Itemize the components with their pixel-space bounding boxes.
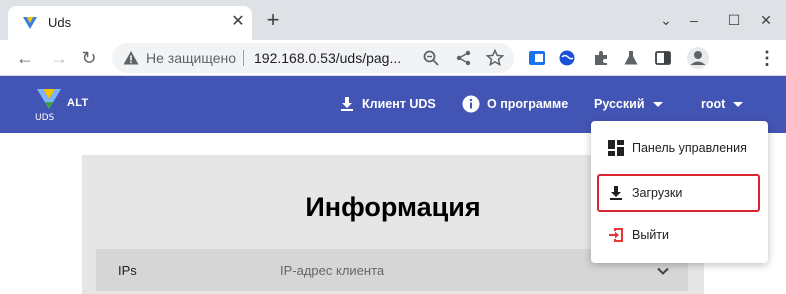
forward-icon[interactable]: → — [48, 47, 70, 69]
user-menu: Панель управления Загрузки Выйти — [591, 121, 768, 263]
language-dropdown[interactable]: Русский — [594, 94, 663, 114]
reload-icon[interactable]: ↻ — [78, 47, 100, 69]
menu-item-dashboard[interactable]: Панель управления — [597, 129, 760, 167]
address-divider — [243, 50, 244, 66]
labs-flask-icon[interactable] — [622, 49, 640, 67]
side-panel-icon[interactable] — [654, 49, 672, 67]
logout-icon — [609, 228, 623, 242]
share-icon[interactable] — [455, 49, 473, 67]
extension-translate-icon[interactable] — [528, 49, 546, 67]
info-row-description: IP-адрес клиента — [280, 263, 385, 278]
uds-favicon-icon — [23, 17, 37, 29]
info-icon — [462, 95, 480, 113]
menu-item-logout[interactable]: Выйти — [597, 216, 760, 254]
maximize-icon[interactable]: ☐ — [724, 10, 744, 30]
browser-menu-icon[interactable]: ⋮ — [756, 47, 778, 69]
minimize-icon[interactable]: – — [684, 10, 704, 30]
close-window-icon[interactable]: ✕ — [756, 10, 776, 30]
client-uds-link[interactable]: Клиент UDS — [339, 94, 436, 114]
profile-avatar-icon[interactable] — [686, 46, 710, 70]
menu-item-downloads[interactable]: Загрузки — [597, 174, 760, 212]
info-row-label: IPs — [118, 263, 137, 278]
language-caret-icon — [652, 101, 663, 107]
back-icon[interactable]: ← — [14, 47, 36, 69]
security-status[interactable]: Не защищено — [146, 50, 236, 66]
about-link[interactable]: О программе — [462, 94, 568, 114]
tab-title: Uds — [48, 15, 72, 30]
extensions-puzzle-icon[interactable] — [592, 49, 610, 67]
language-label: Русский — [594, 97, 645, 111]
download-icon — [610, 186, 622, 200]
address-bar[interactable]: Не защищено 192.168.0.53/uds/pag... — [112, 43, 514, 73]
about-label: О программе — [487, 97, 569, 111]
tab-search-icon[interactable]: ⌄ — [656, 10, 676, 30]
dashboard-icon — [608, 140, 624, 156]
user-label: root — [701, 97, 726, 111]
client-uds-label: Клиент UDS — [362, 97, 436, 111]
browser-tabstrip: Uds ✕ + ⌄ – ☐ ✕ — [0, 0, 786, 40]
svg-text:UDS: UDS — [35, 113, 55, 121]
menu-item-label: Выйти — [632, 228, 670, 242]
browser-tab[interactable]: Uds ✕ — [8, 6, 252, 40]
menu-item-label: Загрузки — [632, 186, 683, 200]
zoom-icon[interactable] — [422, 49, 440, 67]
brand-name[interactable]: ALT — [67, 97, 88, 109]
user-dropdown[interactable]: root — [701, 94, 744, 114]
download-icon — [341, 97, 353, 111]
uds-logo-icon[interactable]: UDS — [34, 87, 64, 121]
browser-toolbar: ← → ↻ Не защищено 192.168.0.53/uds/pag..… — [0, 40, 786, 76]
url-text[interactable]: 192.168.0.53/uds/pag... — [254, 50, 401, 66]
bookmark-star-icon[interactable] — [486, 49, 504, 67]
warning-icon — [123, 51, 139, 65]
new-tab-icon[interactable]: + — [262, 9, 284, 31]
chevron-down-icon[interactable] — [656, 264, 670, 278]
user-caret-icon — [733, 101, 744, 107]
tab-close-icon[interactable]: ✕ — [230, 14, 246, 30]
extension-globe-icon[interactable] — [558, 49, 576, 67]
menu-item-label: Панель управления — [632, 141, 747, 155]
